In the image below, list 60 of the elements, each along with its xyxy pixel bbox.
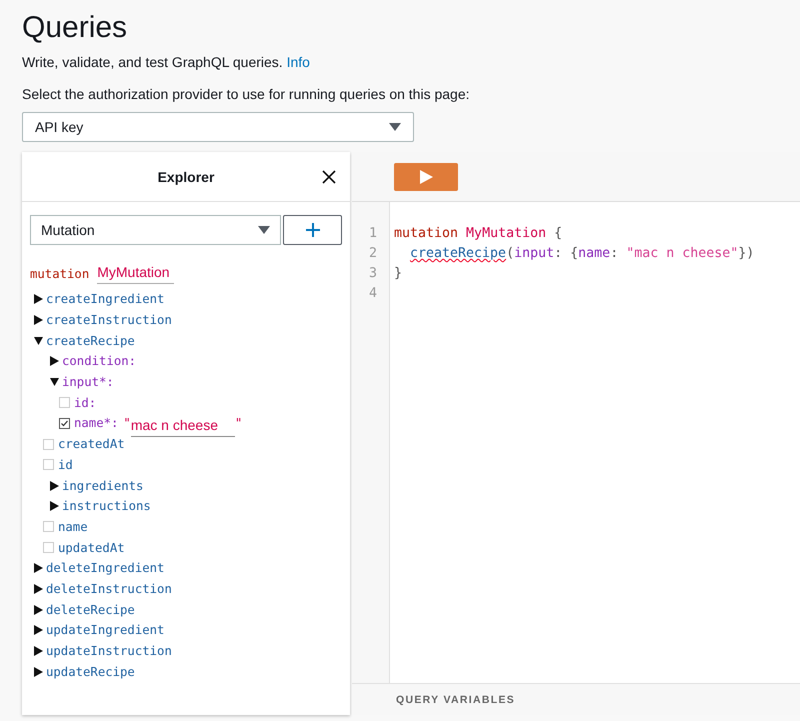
play-icon (419, 170, 433, 184)
argument-name[interactable]: condition: (62, 354, 136, 368)
argument-name[interactable]: input*: (62, 375, 114, 390)
field-name[interactable]: createIngredient (46, 292, 164, 306)
field-name[interactable]: id (58, 458, 73, 472)
field-name[interactable]: updateIngredient (46, 623, 164, 638)
line-number: 2 (368, 245, 378, 263)
line-number: 1 (368, 225, 378, 243)
authorization-dropdown[interactable]: API key (22, 112, 414, 142)
expanded-triangle-icon[interactable] (50, 377, 59, 388)
line-number: 4 (368, 285, 378, 303)
query-variables-label[interactable]: QUERY VARIABLES (396, 694, 516, 706)
field-name[interactable]: createdAt (58, 437, 125, 452)
collapsed-triangle-icon[interactable] (34, 563, 43, 574)
collapsed-triangle-icon[interactable] (50, 356, 59, 366)
collapsed-triangle-icon[interactable] (50, 480, 59, 491)
operation-name-field[interactable]: MyMutation (97, 264, 174, 284)
field-name[interactable]: updateInstruction (46, 644, 172, 658)
field-name[interactable]: deleteIngredient (46, 561, 164, 576)
checkbox[interactable] (59, 418, 70, 429)
page-title: Queries (22, 10, 128, 46)
code-line: } (394, 265, 404, 283)
page-description: Write, validate, and test GraphQL queries. (22, 54, 283, 70)
collapsed-triangle-icon[interactable] (34, 604, 43, 615)
field-name[interactable]: ingredients (62, 478, 144, 493)
collapsed-triangle-icon[interactable] (34, 294, 43, 304)
collapsed-triangle-icon[interactable] (34, 646, 43, 656)
field-name[interactable]: createInstruction (46, 313, 172, 328)
field-name[interactable]: updatedAt (58, 540, 125, 555)
collapsed-triangle-icon[interactable] (34, 584, 43, 594)
code-line: mutation MyMutation { (394, 225, 564, 243)
field-name[interactable]: deleteInstruction (46, 582, 172, 596)
collapsed-triangle-icon[interactable] (50, 501, 59, 512)
plus-icon (304, 222, 320, 238)
caret-icon (258, 226, 270, 234)
code-line: createRecipe(input: {name: "mac n cheese"}) (409, 245, 754, 263)
quote-mark: " (123, 416, 131, 430)
add-button[interactable] (283, 215, 342, 245)
close-icon[interactable] (322, 170, 336, 184)
argument-name[interactable]: id: (74, 396, 96, 410)
field-name[interactable]: name (58, 520, 88, 534)
explorer-title: Explorer (158, 168, 214, 184)
argument-name[interactable]: name*: (74, 416, 118, 430)
field-name[interactable]: deleteRecipe (46, 602, 135, 617)
quote-mark: " (234, 416, 242, 430)
field-name[interactable]: updateRecipe (46, 664, 135, 679)
info-link[interactable]: Info (286, 54, 310, 70)
caret-icon (389, 123, 401, 131)
authorization-label: Select the authorization provider to use for running queries on this page: (22, 86, 471, 102)
argument-value-field[interactable]: mac n cheese (130, 417, 235, 438)
collapsed-triangle-icon[interactable] (34, 625, 43, 636)
operation-keyword: mutation (30, 267, 90, 281)
collapsed-triangle-icon[interactable] (34, 315, 43, 326)
run-button[interactable] (394, 162, 458, 190)
field-name[interactable]: instructions (62, 499, 151, 514)
collapsed-triangle-icon[interactable] (34, 666, 43, 677)
line-number: 3 (368, 265, 378, 283)
expanded-triangle-icon[interactable] (34, 336, 43, 346)
operation-type-dropdown[interactable]: Mutation (30, 215, 281, 245)
field-name[interactable]: createRecipe (46, 334, 135, 348)
